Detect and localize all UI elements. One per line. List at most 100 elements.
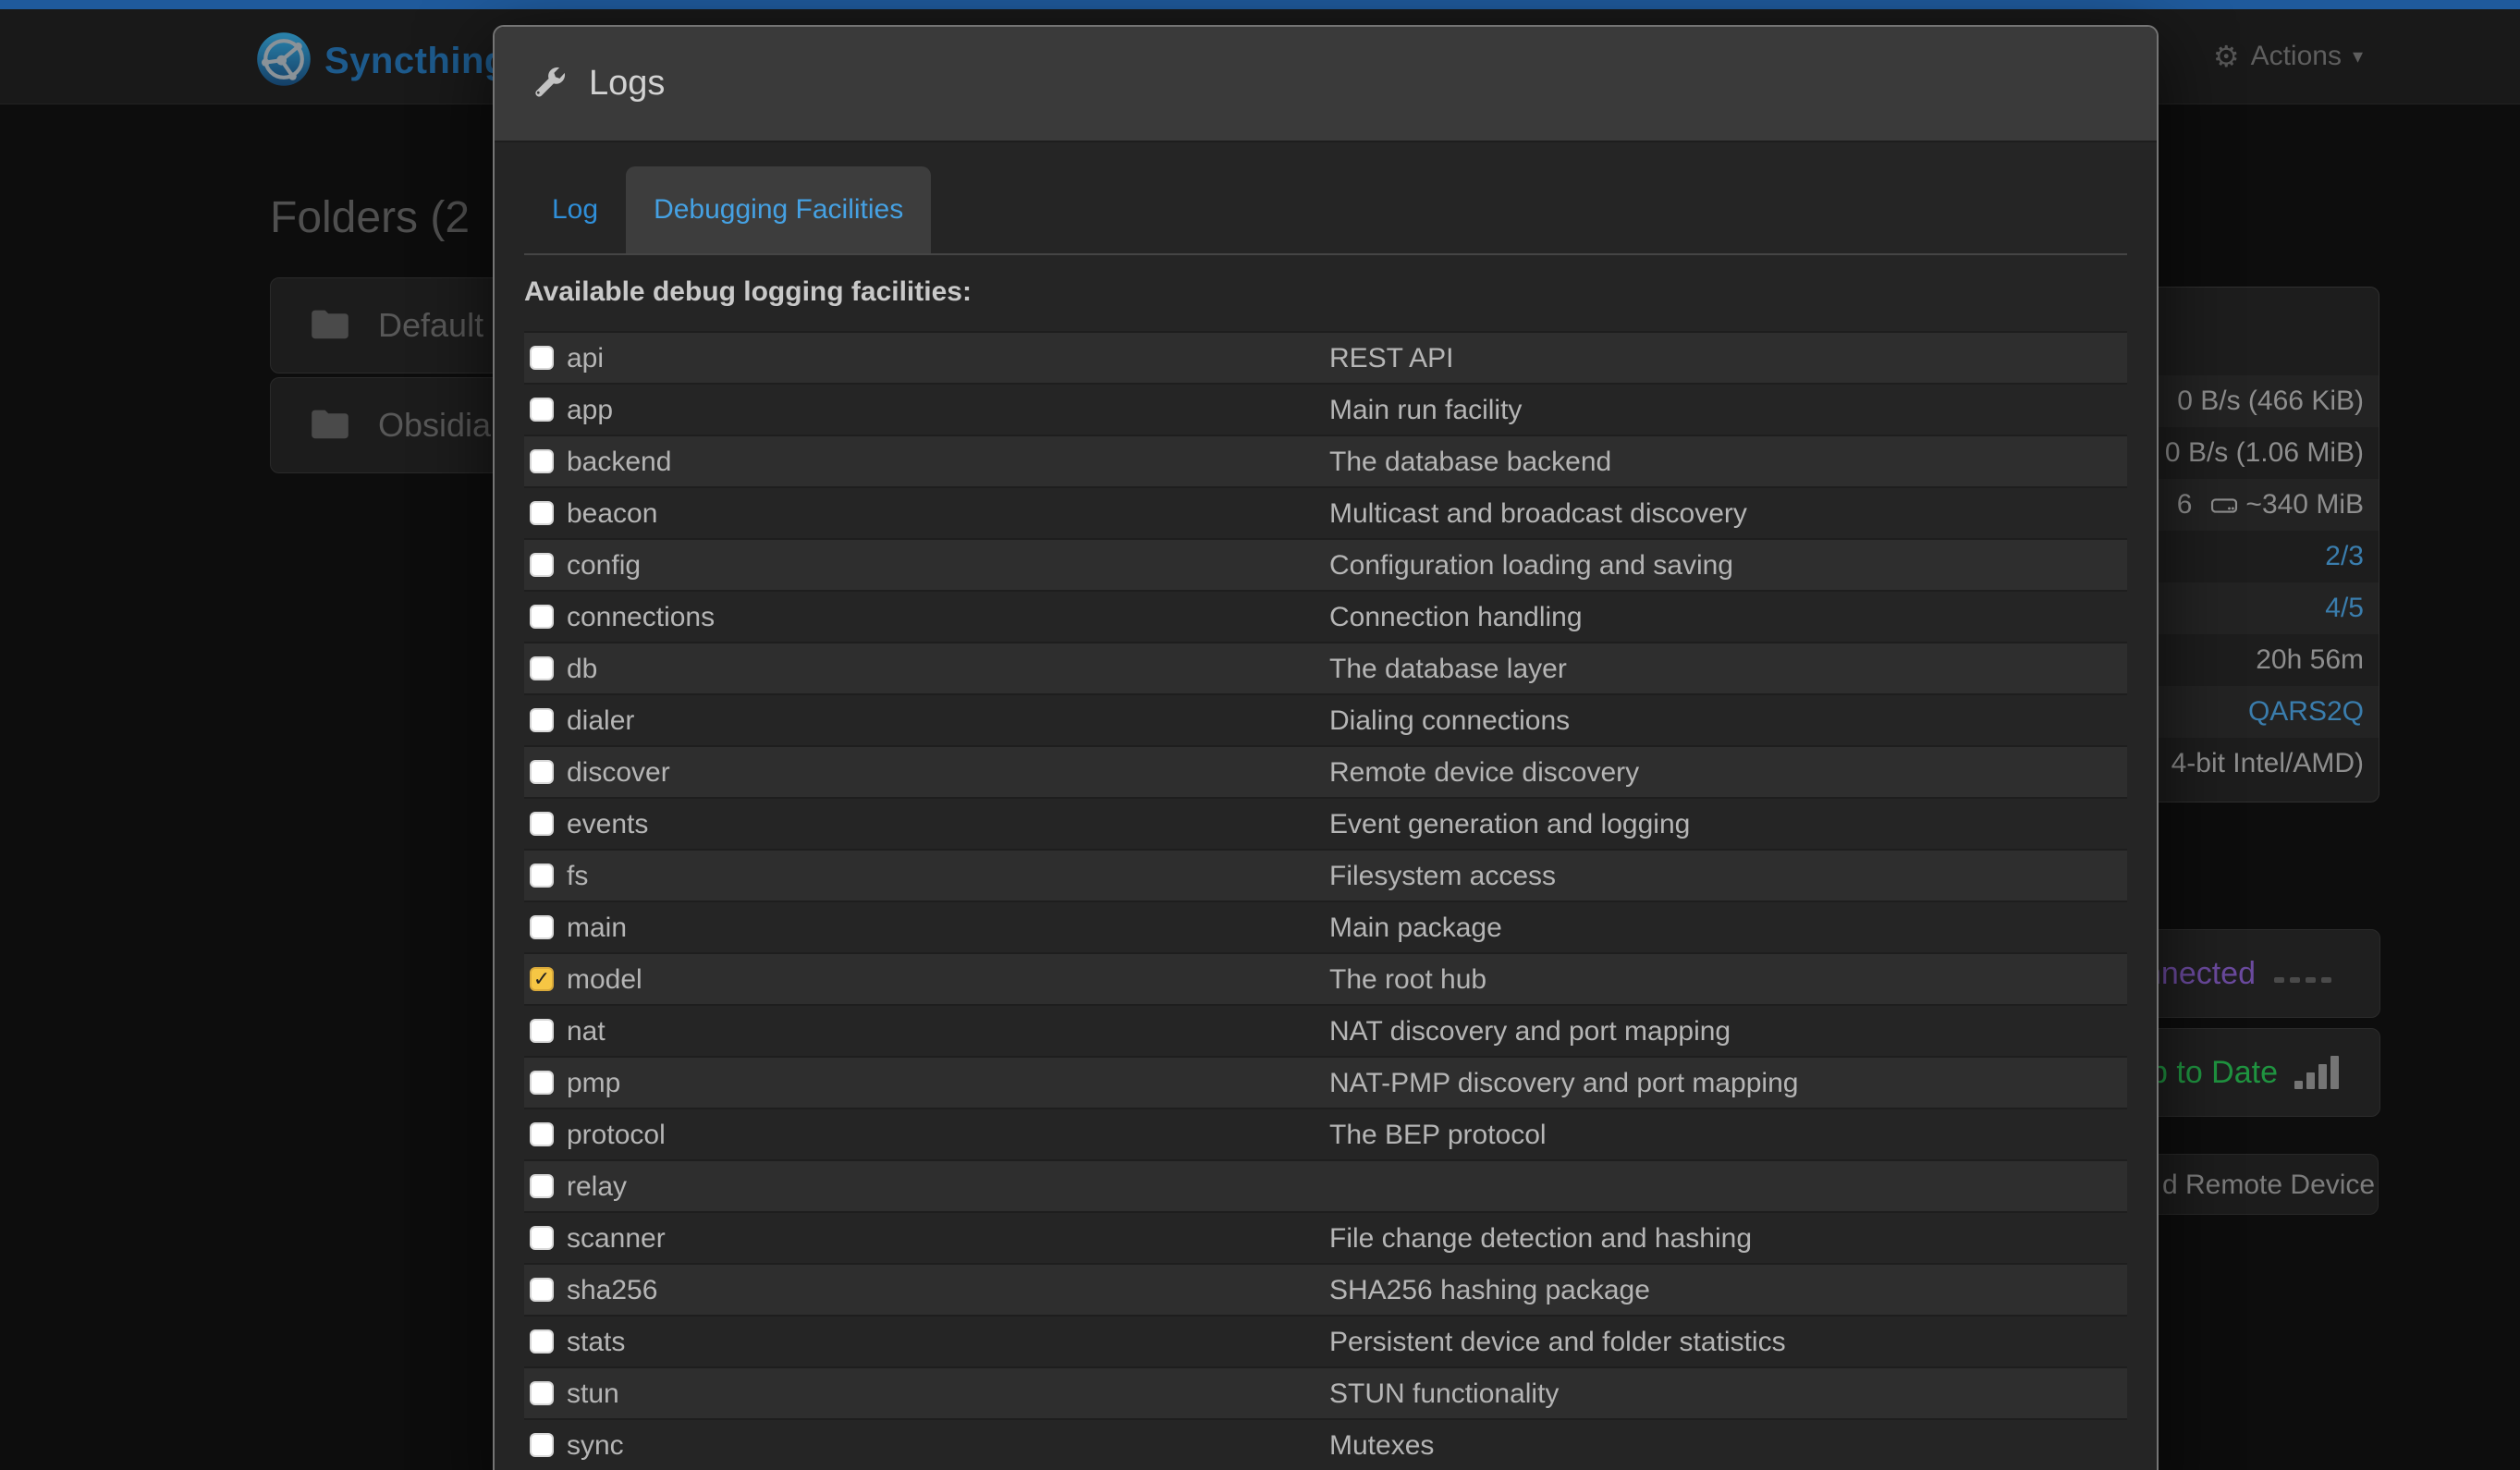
facility-name: fs xyxy=(567,861,588,891)
facility-row: sha256SHA256 hashing package xyxy=(524,1263,2127,1315)
disk-icon xyxy=(2210,495,2238,517)
facility-name: dialer xyxy=(567,705,634,736)
facility-row: scanner File change detection and hashing xyxy=(524,1211,2127,1263)
facility-description: Main package xyxy=(1329,902,1502,954)
gear-icon: ⚙ xyxy=(2213,39,2240,74)
facility-checkbox-fs[interactable] xyxy=(530,864,554,888)
facility-description: The root hub xyxy=(1329,954,1486,1006)
facility-checkbox-pmp[interactable] xyxy=(530,1071,554,1095)
facility-description: Remote device discovery xyxy=(1329,747,1639,799)
stats-value: ~340 MiB xyxy=(2245,489,2364,520)
facility-name: api xyxy=(567,343,604,374)
stats-value: 2/3 xyxy=(2325,541,2364,571)
facility-checkbox-api[interactable] xyxy=(530,346,554,370)
facility-name: scanner xyxy=(567,1223,666,1254)
facility-checkbox-sync[interactable] xyxy=(530,1433,554,1457)
facility-checkbox-db[interactable] xyxy=(530,656,554,680)
facility-description: NAT-PMP discovery and port mapping xyxy=(1329,1058,1798,1109)
facility-name: discover xyxy=(567,757,670,788)
folder-icon xyxy=(310,307,350,345)
facility-checkbox-protocol[interactable] xyxy=(530,1122,554,1146)
facility-checkbox-app[interactable] xyxy=(530,398,554,422)
facility-checkbox-stats[interactable] xyxy=(530,1329,554,1354)
facility-name: beacon xyxy=(567,498,657,529)
facility-name: relay xyxy=(567,1171,627,1202)
facility-checkbox-config[interactable] xyxy=(530,553,554,577)
logs-modal: Logs Log Debugging Facilities Available … xyxy=(493,25,2159,1470)
facility-name: sync xyxy=(567,1430,624,1461)
stats-value: 0 B/s (1.06 MiB) xyxy=(2165,437,2364,468)
facility-name: model xyxy=(567,964,642,995)
facility-name: config xyxy=(567,550,641,581)
facility-checkbox-sha256[interactable] xyxy=(530,1278,554,1302)
facility-name: connections xyxy=(567,602,715,632)
facility-row: pmp NAT-PMP discovery and port mapping xyxy=(524,1056,2127,1108)
facility-row: ✓ model The root hub xyxy=(524,952,2127,1004)
facility-description: Dialing connections xyxy=(1329,695,1570,747)
facility-row: beacon Multicast and broadcast discovery xyxy=(524,486,2127,538)
facility-name: db xyxy=(567,654,597,684)
facility-description: The database layer xyxy=(1329,643,1567,695)
facility-row: api REST API xyxy=(524,331,2127,383)
facility-checkbox-discover[interactable] xyxy=(530,760,554,784)
folders-heading: Folders (2 xyxy=(270,192,470,243)
facility-checkbox-model[interactable]: ✓ xyxy=(530,967,554,991)
facility-name: backend xyxy=(567,447,671,477)
facility-checkbox-backend[interactable] xyxy=(530,449,554,473)
tab-debugging-facilities[interactable]: Debugging Facilities xyxy=(626,166,931,253)
facility-row: main Main package xyxy=(524,900,2127,952)
facility-description: File change detection and hashing xyxy=(1329,1213,1752,1265)
facility-row: appMain run facility xyxy=(524,383,2127,435)
facility-row: discover Remote device discovery xyxy=(524,745,2127,797)
facility-name: pmp xyxy=(567,1068,620,1098)
facility-checkbox-beacon[interactable] xyxy=(530,501,554,525)
facility-name: events xyxy=(567,809,648,839)
facility-row: dialer Dialing connections xyxy=(524,693,2127,745)
facility-description: Event generation and logging xyxy=(1329,799,1690,851)
brand[interactable]: Syncthing xyxy=(256,31,508,92)
facility-checkbox-scanner[interactable] xyxy=(530,1226,554,1250)
facility-description: Main run facility xyxy=(1329,385,1522,436)
chevron-down-icon: ▾ xyxy=(2353,45,2363,68)
facility-checkbox-relay[interactable] xyxy=(530,1174,554,1198)
facility-description: Persistent device and folder statistics xyxy=(1329,1317,1786,1368)
facility-row: db The database layer xyxy=(524,642,2127,693)
stats-value: QARS2Q xyxy=(2248,696,2364,727)
folder-label: Default xyxy=(378,306,483,345)
stats-value: 4/5 xyxy=(2325,593,2364,623)
facility-checkbox-main[interactable] xyxy=(530,915,554,939)
facility-row: stunSTUN functionality xyxy=(524,1366,2127,1418)
tab-bar: Log Debugging Facilities xyxy=(524,166,2127,255)
facility-row: relay xyxy=(524,1159,2127,1211)
signal-off-icon xyxy=(2274,977,2331,983)
actions-menu[interactable]: ⚙ Actions ▾ xyxy=(2213,9,2363,104)
facility-name: stun xyxy=(567,1378,619,1409)
tab-log[interactable]: Log xyxy=(524,166,626,253)
stats-value: 20h 56m xyxy=(2256,644,2364,675)
facility-description: REST API xyxy=(1329,333,1454,385)
facility-description: Mutexes xyxy=(1329,1420,1434,1470)
facility-description: Configuration loading and saving xyxy=(1329,540,1733,592)
facility-row: protocolThe BEP protocol xyxy=(524,1108,2127,1159)
facility-checkbox-events[interactable] xyxy=(530,812,554,836)
page: Syncthing ⚙ Actions ▾ Folders (2 Default… xyxy=(0,0,2520,1470)
facility-row: config Configuration loading and saving xyxy=(524,538,2127,590)
facility-description: Multicast and broadcast discovery xyxy=(1329,488,1747,540)
facilities-heading: Available debug logging facilities: xyxy=(524,270,2127,314)
facility-description: The BEP protocol xyxy=(1329,1109,1547,1161)
facility-checkbox-stun[interactable] xyxy=(530,1381,554,1405)
actions-label: Actions xyxy=(2251,41,2342,72)
facility-name: main xyxy=(567,913,627,943)
facility-checkbox-dialer[interactable] xyxy=(530,708,554,732)
facility-name: stats xyxy=(567,1327,625,1357)
facility-description: NAT discovery and port mapping xyxy=(1329,1006,1731,1058)
syncthing-logo-icon xyxy=(256,31,312,92)
facility-checkbox-connections[interactable] xyxy=(530,605,554,629)
facility-description: The database backend xyxy=(1329,436,1611,488)
facilities-table: api REST APIappMain run facility backend Th… xyxy=(524,331,2127,1470)
facility-row: backend The database backend xyxy=(524,435,2127,486)
stats-value: 4-bit Intel/AMD) xyxy=(2171,748,2364,778)
facility-checkbox-nat[interactable] xyxy=(530,1019,554,1043)
facility-description: Filesystem access xyxy=(1329,851,1556,902)
facility-description: Connection handling xyxy=(1329,592,1583,643)
